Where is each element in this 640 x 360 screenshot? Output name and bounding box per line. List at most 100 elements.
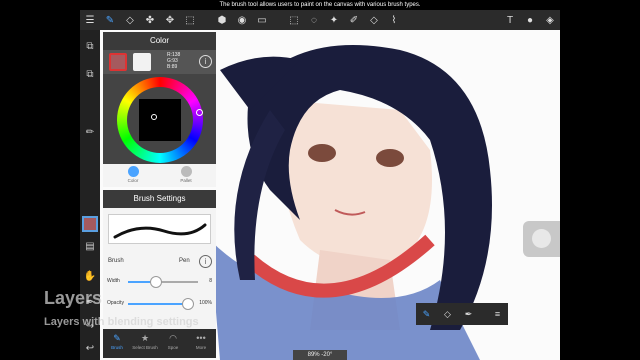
assistive-touch-button[interactable] bbox=[523, 221, 560, 257]
opacity-slider-fill bbox=[128, 303, 188, 305]
brush-settings-panel: Brush Settings Brush Pen i Width 8 Opaci… bbox=[103, 190, 216, 358]
select-pen-tool-button[interactable]: ✐ bbox=[344, 10, 364, 30]
paste-side-button[interactable]: ⧉ bbox=[80, 64, 100, 84]
color-mode-color[interactable]: Color bbox=[118, 166, 148, 183]
smudge-icon: ✤ bbox=[145, 14, 155, 26]
eyedropper-icon: ⌇ bbox=[391, 14, 397, 26]
brush-category: Brush bbox=[108, 258, 124, 264]
quick-toolbar: ✎ ◇ ✒ ≡ bbox=[416, 303, 508, 325]
color-info-button[interactable]: i bbox=[199, 55, 212, 68]
transform-tool-button[interactable]: ⬚ bbox=[180, 10, 200, 30]
top-toolbar: ☰ ✎ ◇ ✤ ✥ ⬚ ⬢ ◉ ▭ ⬚ ◌ ✦ ✐ ◇ ⌇ T ● ◈ bbox=[80, 10, 560, 30]
fill-icon: ⬢ bbox=[217, 14, 227, 26]
brush-tab-more[interactable]: ••• More bbox=[187, 332, 215, 350]
watermark-title: Layers bbox=[44, 288, 103, 308]
width-slider-knob[interactable] bbox=[150, 276, 162, 288]
brush-stroke-preview bbox=[108, 214, 211, 244]
select-lasso-tool-button[interactable]: ◌ bbox=[304, 10, 324, 30]
quick-eraser-button[interactable]: ◇ bbox=[437, 303, 458, 325]
brush-tab-spoe[interactable]: ◠ Spoe bbox=[159, 332, 187, 350]
gradient-tool-button[interactable]: ▭ bbox=[252, 10, 272, 30]
smudge-tool-button[interactable]: ✤ bbox=[140, 10, 160, 30]
stroke-preview-icon bbox=[113, 223, 207, 239]
layer-panel-icon: ▤ bbox=[85, 240, 95, 252]
quick-menu-button[interactable]: ≡ bbox=[487, 303, 508, 325]
ruler-icon: ✏ bbox=[85, 126, 95, 138]
comment-tool-button[interactable]: ● bbox=[520, 10, 540, 30]
width-value: 8 bbox=[209, 278, 212, 284]
brush-info-button[interactable]: i bbox=[199, 255, 212, 268]
color-mode-row: Color Pallet bbox=[103, 164, 216, 187]
magic-wand-tool-button[interactable]: ✦ bbox=[324, 10, 344, 30]
menu-icon: ≡ bbox=[494, 309, 501, 319]
fill-tool-button[interactable]: ⬢ bbox=[212, 10, 232, 30]
eyedropper-tool-button[interactable]: ⌇ bbox=[384, 10, 404, 30]
opacity-slider[interactable] bbox=[128, 298, 194, 310]
brush-tab-label: Select Brush bbox=[132, 345, 158, 350]
brush-tab-brush[interactable]: ✎ Brush bbox=[103, 332, 131, 350]
bucket-tool-button[interactable]: ◉ bbox=[232, 10, 252, 30]
layers-tool-button[interactable]: ◈ bbox=[540, 10, 560, 30]
artwork-eye-right bbox=[376, 149, 404, 167]
eraser-icon: ◇ bbox=[126, 14, 134, 26]
spray-icon: ◠ bbox=[169, 333, 177, 343]
hand-icon: ✋ bbox=[83, 270, 97, 282]
undo-icon: ↩ bbox=[85, 342, 95, 354]
primary-color-swatch[interactable] bbox=[109, 53, 127, 71]
layers-icon: ◈ bbox=[546, 14, 554, 26]
copy-icon: ⧉ bbox=[86, 40, 94, 52]
select-rect-tool-button[interactable]: ⬚ bbox=[284, 10, 304, 30]
eraser-tool-button[interactable]: ◇ bbox=[120, 10, 140, 30]
sv-marker[interactable] bbox=[151, 114, 157, 120]
artwork-eye-left bbox=[308, 144, 336, 162]
opacity-label: Opacity bbox=[107, 300, 124, 306]
quick-brush-button[interactable]: ✎ bbox=[416, 303, 437, 325]
layer-panel-side-button[interactable]: ▤ bbox=[80, 236, 100, 256]
brush-tab-select-brush[interactable]: ★ Select Brush bbox=[131, 332, 159, 350]
brush-panel-title: Brush Settings bbox=[103, 190, 216, 208]
select-eraser-tool-button[interactable]: ◇ bbox=[364, 10, 384, 30]
color-mode-pallet-label: Pallet bbox=[180, 178, 192, 183]
palette-icon bbox=[180, 166, 192, 177]
opacity-slider-knob[interactable] bbox=[182, 298, 194, 310]
saturation-value-square[interactable] bbox=[139, 99, 181, 141]
color-mode-pallet[interactable]: Pallet bbox=[171, 166, 201, 183]
menu-tool-button[interactable]: ☰ bbox=[80, 10, 100, 30]
opacity-row: Opacity 100% bbox=[103, 296, 216, 312]
opacity-value: 100% bbox=[199, 300, 212, 306]
star-icon: ★ bbox=[140, 333, 150, 343]
brush-icon: ✎ bbox=[105, 14, 115, 26]
eraser-icon: ◇ bbox=[444, 308, 451, 319]
brush-tab-label: Spoe bbox=[167, 345, 179, 350]
left-toolbar: ⧉ ⧉ ✏ ▤ ✋ ✒ ↪ ↩ bbox=[80, 30, 100, 360]
more-icon: ••• bbox=[196, 333, 206, 343]
undo-side-button[interactable]: ↩ bbox=[80, 338, 100, 358]
brush-icon: ✎ bbox=[422, 308, 431, 319]
bucket-icon: ◉ bbox=[237, 14, 247, 26]
ruler-side-button[interactable]: ✏ bbox=[80, 122, 100, 142]
menu-icon: ☰ bbox=[85, 14, 95, 26]
color-swatch-row: R:138 G:93 B:89 i bbox=[103, 50, 216, 74]
text-tool-button[interactable]: T bbox=[500, 10, 520, 30]
select-rect-icon: ⬚ bbox=[289, 14, 299, 26]
hue-marker[interactable] bbox=[196, 109, 203, 116]
color-mode-color-label: Color bbox=[127, 178, 139, 183]
rgb-readout: R:138 G:93 B:89 bbox=[167, 52, 180, 70]
brush-select-row[interactable]: Brush Pen i bbox=[103, 252, 216, 272]
width-label: Width bbox=[107, 278, 120, 284]
color-panel: Color R:138 G:93 B:89 i Color Pallet bbox=[103, 32, 216, 187]
comment-icon: ● bbox=[526, 14, 534, 26]
move-icon: ✥ bbox=[165, 14, 175, 26]
transform-icon: ⬚ bbox=[185, 14, 195, 26]
hand-side-button[interactable]: ✋ bbox=[80, 266, 100, 286]
move-tool-button[interactable]: ✥ bbox=[160, 10, 180, 30]
tutorial-caption: The brush tool allows users to paint on … bbox=[219, 2, 421, 8]
width-slider[interactable] bbox=[128, 276, 198, 288]
quick-eyedropper-button[interactable]: ✒ bbox=[458, 303, 479, 325]
copy-side-button[interactable]: ⧉ bbox=[80, 36, 100, 56]
color-swatch-side-button[interactable] bbox=[82, 216, 98, 232]
zoom-rotation-label: 89% -20° bbox=[293, 350, 347, 360]
text-icon: T bbox=[506, 14, 514, 26]
secondary-color-swatch[interactable] bbox=[133, 53, 151, 71]
brush-tool-button[interactable]: ✎ bbox=[100, 10, 120, 30]
